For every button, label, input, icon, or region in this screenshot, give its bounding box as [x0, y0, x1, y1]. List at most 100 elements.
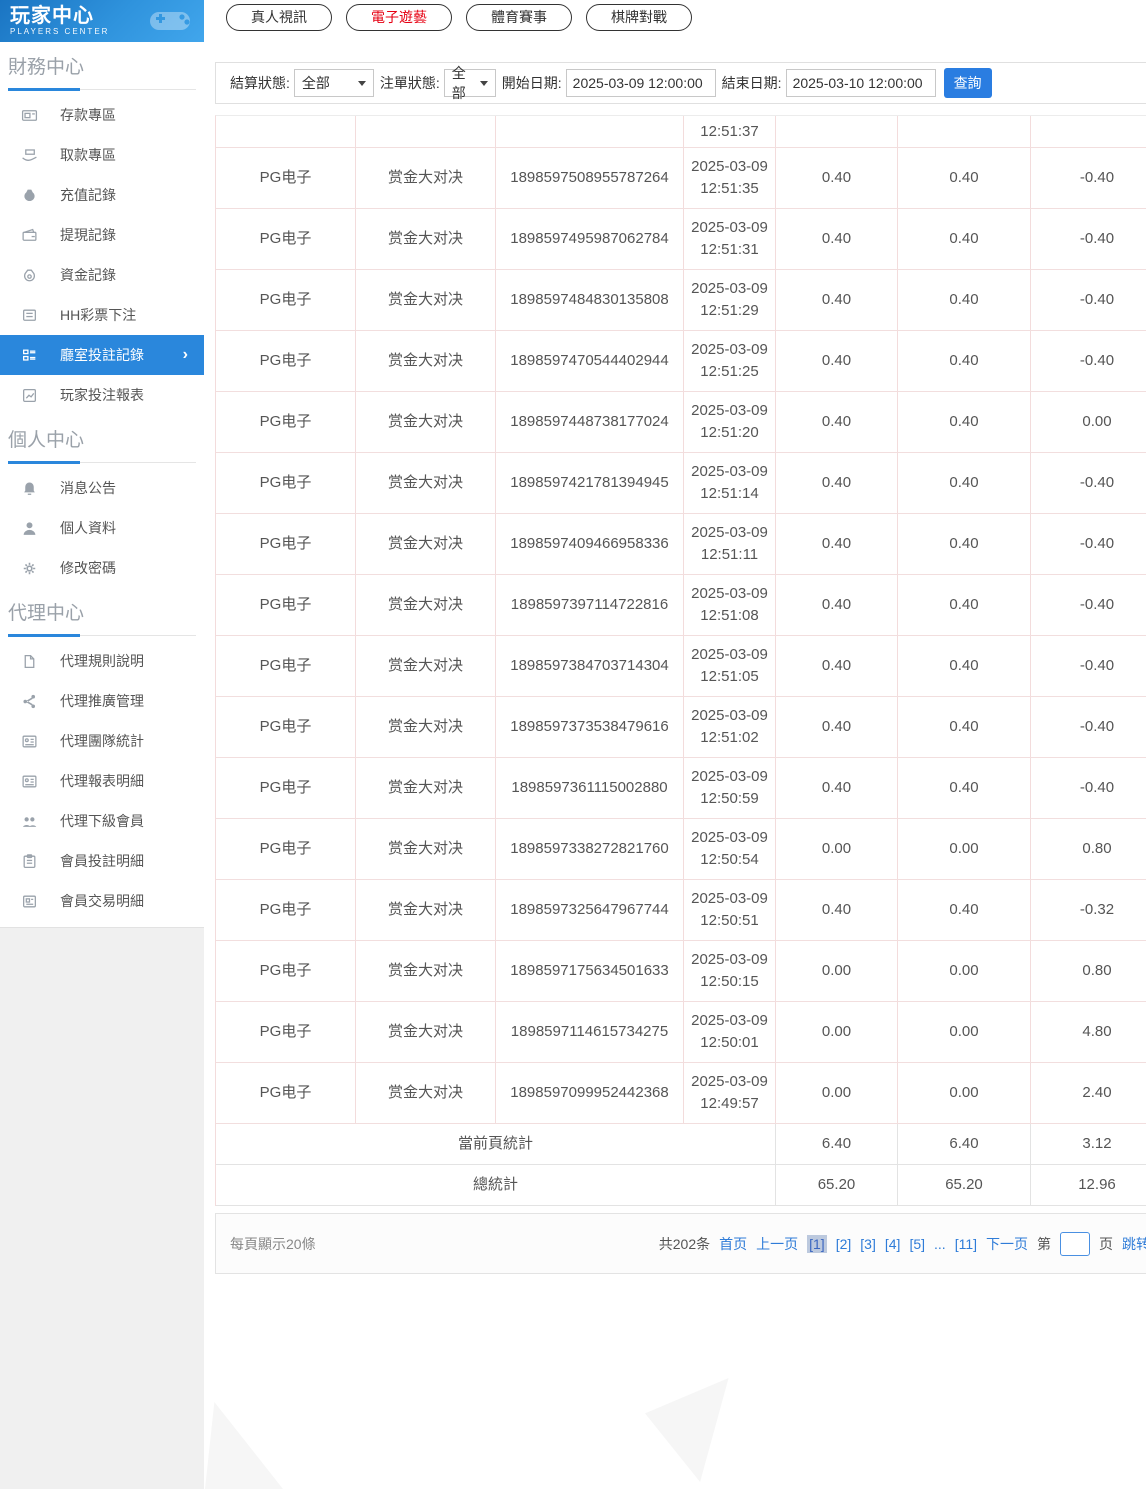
sidebar-item-player-report[interactable]: 玩家投注報表: [0, 375, 204, 415]
tab-2[interactable]: 體育賽事: [466, 4, 572, 31]
settle-status-select[interactable]: 全部: [294, 69, 374, 97]
sidebar-item-deposit[interactable]: 存款專區: [0, 95, 204, 135]
table-row: PG电子赏金大对决18985974487381770242025-03-09 1…: [216, 392, 1146, 453]
chevron-down-icon: [358, 81, 366, 86]
table-row: PG电子赏金大对决18985974217813949452025-03-09 1…: [216, 453, 1146, 514]
sidebar-item-label: 消息公告: [60, 478, 116, 498]
table-cell: [216, 116, 356, 147]
member-trade-icon: [20, 892, 38, 910]
sidebar-item-label: 代理下級會員: [60, 811, 144, 831]
next-page-link[interactable]: 下一页: [986, 1234, 1028, 1254]
sidebar-item-user[interactable]: 個人資料: [0, 508, 204, 548]
table-cell: [898, 116, 1031, 147]
table-cell: -0.40: [1031, 331, 1146, 391]
table-cell: [496, 116, 684, 147]
sidebar-item-member-trade[interactable]: 會員交易明細: [0, 881, 204, 921]
table-cell: 2025-03-09 12:51:35: [684, 148, 776, 208]
table-row-partial: 12:51:37: [216, 116, 1146, 148]
table-cell: 2025-03-09 12:51:29: [684, 270, 776, 330]
table-cell: 0.40: [776, 148, 898, 208]
table-cell: 赏金大对决: [356, 819, 496, 879]
jump-prefix-label: 第: [1037, 1234, 1051, 1254]
sidebar-item-doc[interactable]: 代理規則說明: [0, 641, 204, 681]
jump-page-input[interactable]: [1060, 1232, 1090, 1256]
bell-icon: [20, 479, 38, 497]
page-link[interactable]: [11]: [955, 1236, 977, 1252]
sidebar-item-recharge-record[interactable]: 充值記錄: [0, 175, 204, 215]
page-link[interactable]: [4]: [885, 1236, 901, 1252]
table-cell: 總統計: [216, 1165, 776, 1205]
table-cell: 0.40: [898, 270, 1031, 330]
order-status-select[interactable]: 全部: [444, 69, 496, 97]
sidebar-item-label: 存款專區: [60, 105, 116, 125]
sidebar-item-report-detail[interactable]: 代理報表明細: [0, 761, 204, 801]
gear-icon: [20, 559, 38, 577]
prev-page-link[interactable]: 上一页: [756, 1234, 798, 1254]
page-link[interactable]: [2]: [836, 1236, 852, 1252]
sidebar-item-label: 代理報表明細: [60, 771, 144, 791]
table-cell: 1898597495987062784: [496, 209, 684, 269]
table-cell: PG电子: [216, 697, 356, 757]
table-cell: 0.40: [776, 880, 898, 940]
page-link[interactable]: [1]: [807, 1235, 827, 1253]
sidebar-item-share[interactable]: 代理推廣管理: [0, 681, 204, 721]
table-cell: PG电子: [216, 1063, 356, 1123]
pagination-bar: 每頁顯示20條 共202条首页上一页[1][2][3][4][5]...[11]…: [215, 1213, 1146, 1274]
table-cell: -0.40: [1031, 148, 1146, 208]
tab-3[interactable]: 棋牌對戰: [586, 4, 692, 31]
table-cell: 1898597114615734275: [496, 1002, 684, 1062]
table-cell: 赏金大对决: [356, 941, 496, 1001]
table-row: PG电子赏金大对决18985974848301358082025-03-09 1…: [216, 270, 1146, 331]
table-cell: 0.40: [898, 636, 1031, 696]
search-button[interactable]: 查詢: [944, 68, 992, 98]
table-cell: 0.40: [898, 880, 1031, 940]
table-cell: 0.40: [776, 270, 898, 330]
table-cell: 12.96: [1031, 1165, 1146, 1205]
sidebar-item-withdraw-record[interactable]: 提現記錄: [0, 215, 204, 255]
sidebar-item-label: 廳室投註記錄: [60, 345, 144, 365]
table-cell: [1031, 116, 1146, 147]
start-date-label: 開始日期:: [502, 73, 562, 93]
doc-icon: [20, 652, 38, 670]
table-cell: 0.80: [1031, 941, 1146, 1001]
section-title: 財務中心: [8, 56, 196, 80]
table-cell: PG电子: [216, 941, 356, 1001]
sidebar-item-members[interactable]: 代理下級會員: [0, 801, 204, 841]
table-cell: 2025-03-09 12:51:08: [684, 575, 776, 635]
watermark-triangle: [205, 1402, 283, 1489]
tab-0[interactable]: 真人視訊: [226, 4, 332, 31]
table-cell: 赏金大对决: [356, 636, 496, 696]
team-stats-icon: [20, 732, 38, 750]
table-cell: 1898597361115002880: [496, 758, 684, 818]
table-cell: 0.40: [898, 453, 1031, 513]
table-cell: 65.20: [776, 1165, 898, 1205]
table-cell: 0.80: [1031, 819, 1146, 879]
table-cell: 赏金大对决: [356, 453, 496, 513]
table-cell: PG电子: [216, 331, 356, 391]
pagination-controls: 共202条首页上一页[1][2][3][4][5]...[11]下一页第页跳转: [659, 1232, 1146, 1256]
table-cell: 1898597484830135808: [496, 270, 684, 330]
first-page-link[interactable]: 首页: [719, 1234, 747, 1254]
sidebar-item-bell[interactable]: 消息公告: [0, 468, 204, 508]
sidebar-item-label: 代理推廣管理: [60, 691, 144, 711]
start-date-input[interactable]: [566, 69, 716, 97]
sidebar-item-hall-bet[interactable]: 廳室投註記錄›: [0, 335, 204, 375]
table-row: PG电子赏金大对决18985974959870627842025-03-09 1…: [216, 209, 1146, 270]
tab-1[interactable]: 電子遊藝: [346, 4, 452, 31]
sidebar-item-gear[interactable]: 修改密碼: [0, 548, 204, 588]
end-date-input[interactable]: [786, 69, 936, 97]
table-cell: 12:51:37: [684, 116, 776, 147]
sidebar-item-member-bet[interactable]: 會員投註明細: [0, 841, 204, 881]
share-icon: [20, 692, 38, 710]
sidebar-item-withdraw[interactable]: 取款專區: [0, 135, 204, 175]
sidebar-item-funds-record[interactable]: 資金記錄: [0, 255, 204, 295]
page-link[interactable]: [5]: [909, 1236, 925, 1252]
sidebar-item-label: 修改密碼: [60, 558, 116, 578]
page-link[interactable]: [3]: [860, 1236, 876, 1252]
watermark-triangle: [645, 1378, 740, 1482]
jump-button[interactable]: 跳转: [1122, 1234, 1146, 1254]
sidebar-item-lottery-bet[interactable]: HH彩票下注: [0, 295, 204, 335]
sidebar-item-team-stats[interactable]: 代理團隊統計: [0, 721, 204, 761]
table-cell: [356, 116, 496, 147]
withdraw-icon: [20, 146, 38, 164]
